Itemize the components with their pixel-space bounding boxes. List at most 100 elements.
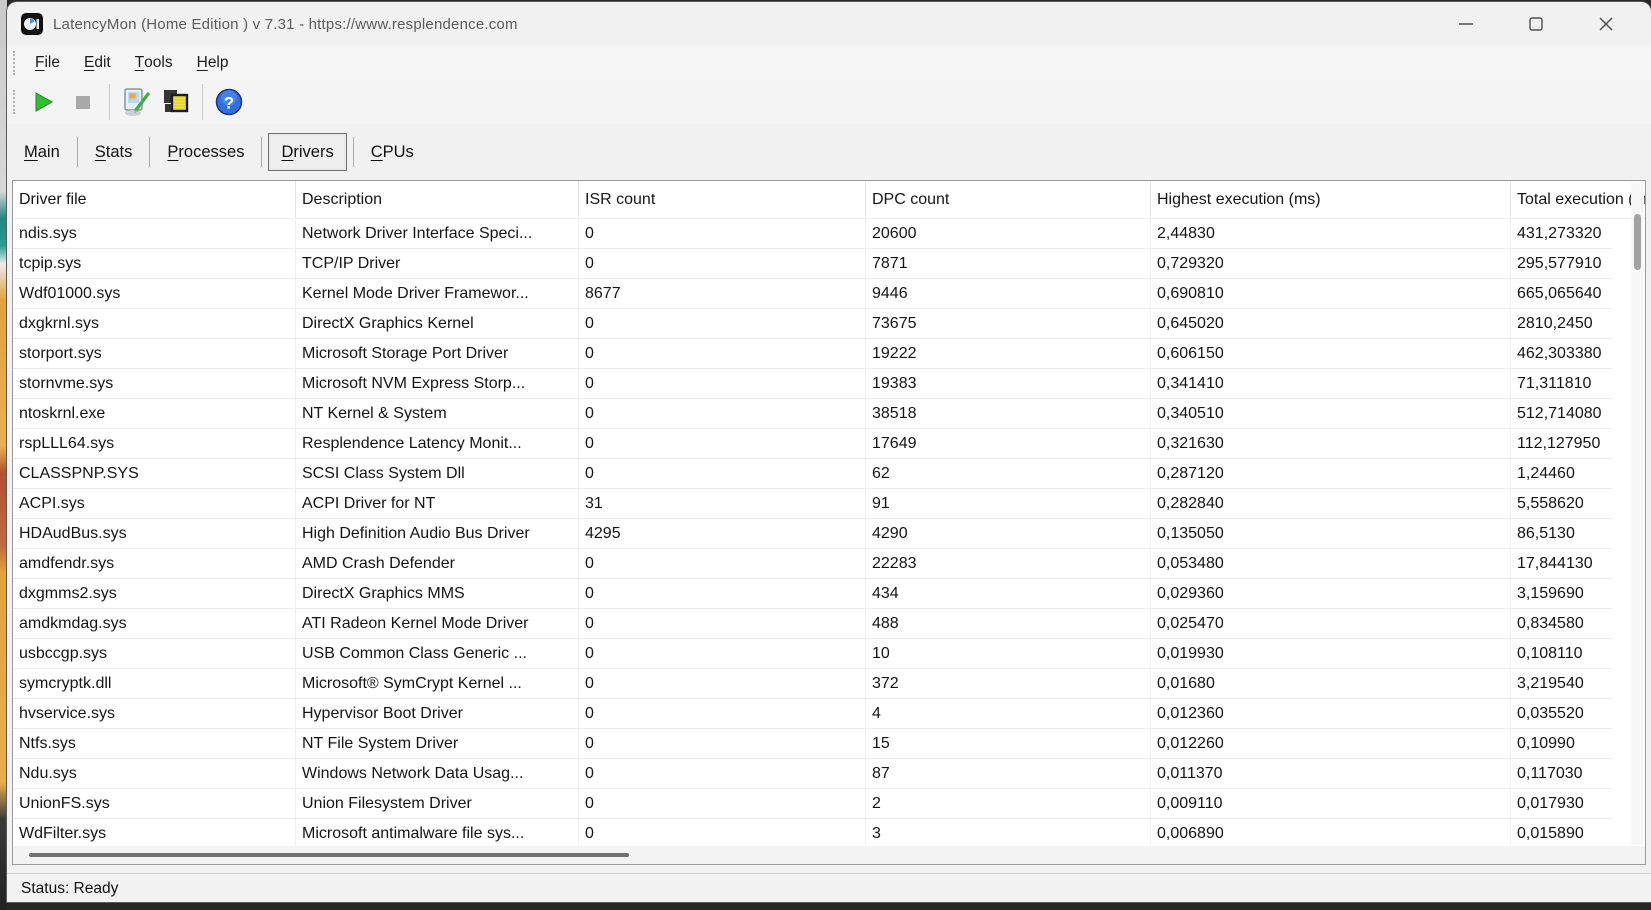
latencymon-window: LatencyMon (Home Edition ) v 7.31 - http… [7,2,1651,902]
cell-dpc-count: 19222 [866,339,1151,368]
close-button[interactable] [1571,7,1641,41]
cell-isr-count: 0 [579,609,866,638]
tab-separator [261,137,262,167]
table-header: Driver file Description ISR count DPC co… [13,181,1645,219]
cell-isr-count: 0 [579,699,866,728]
cell-dpc-count: 4 [866,699,1151,728]
menubar-gripper [13,51,17,75]
column-header-description[interactable]: Description [296,181,579,218]
table-row[interactable]: HDAudBus.sys High Definition Audio Bus D… [13,519,1612,549]
table-row[interactable]: usbccgp.sys USB Common Class Generic ...… [13,639,1612,669]
cell-isr-count: 0 [579,639,866,668]
cell-total-execution: 295,577910 [1511,249,1612,278]
column-header-dpc-count[interactable]: DPC count [866,181,1151,218]
cell-total-execution: 0,10990 [1511,729,1612,758]
table-row[interactable]: Ndu.sys Windows Network Data Usag... 0 8… [13,759,1612,789]
vertical-scrollbar-thumb[interactable] [1634,214,1641,270]
tab-stats[interactable]: Stats [78,133,150,171]
table-row[interactable]: Wdf01000.sys Kernel Mode Driver Framewor… [13,279,1612,309]
titlebar[interactable]: LatencyMon (Home Edition ) v 7.31 - http… [7,2,1651,46]
cell-highest-execution: 0,282840 [1151,489,1511,518]
vertical-scrollbar[interactable] [1631,182,1644,845]
cell-highest-execution: 0,341410 [1151,369,1511,398]
cell-dpc-count: 15 [866,729,1151,758]
maximize-button[interactable] [1501,7,1571,41]
horizontal-scrollbar-thumb[interactable] [29,853,629,857]
cell-description: Resplendence Latency Monit... [296,429,579,458]
cell-isr-count: 0 [579,309,866,338]
cell-highest-execution: 0,012360 [1151,699,1511,728]
table-row[interactable]: storport.sys Microsoft Storage Port Driv… [13,339,1612,369]
cell-driver-file: ACPI.sys [13,489,296,518]
cell-driver-file: Ndu.sys [13,759,296,788]
table-row[interactable]: amdkmdag.sys ATI Radeon Kernel Mode Driv… [13,609,1612,639]
run-monitor-button[interactable] [23,83,63,121]
cell-driver-file: HDAudBus.sys [13,519,296,548]
cell-highest-execution: 0,729320 [1151,249,1511,278]
table-row[interactable]: hvservice.sys Hypervisor Boot Driver 0 4… [13,699,1612,729]
table-row[interactable]: tcpip.sys TCP/IP Driver 0 7871 0,729320 … [13,249,1612,279]
cell-driver-file: symcryptk.dll [13,669,296,698]
tab-processes[interactable]: Processes [150,133,261,171]
column-header-highest-execution[interactable]: Highest execution (ms) [1151,181,1511,218]
table-row[interactable]: ACPI.sys ACPI Driver for NT 31 91 0,2828… [13,489,1612,519]
cell-description: High Definition Audio Bus Driver [296,519,579,548]
tab-cpus[interactable]: CPUs [354,133,431,171]
stop-monitor-button[interactable] [63,83,103,121]
cell-isr-count: 0 [579,729,866,758]
column-header-isr-count[interactable]: ISR count [579,181,866,218]
menu-edit[interactable]: Edit [72,46,123,80]
table-row[interactable]: dxgkrnl.sys DirectX Graphics Kernel 0 73… [13,309,1612,339]
table-row[interactable]: ndis.sys Network Driver Interface Speci.… [13,219,1612,249]
cell-total-execution: 431,273320 [1511,219,1612,248]
cell-isr-count: 0 [579,459,866,488]
horizontal-scrollbar[interactable] [13,846,1631,864]
cell-isr-count: 0 [579,219,866,248]
table-row[interactable]: dxgmms2.sys DirectX Graphics MMS 0 434 0… [13,579,1612,609]
tab-drivers[interactable]: Drivers [268,133,346,171]
column-header-driver-file[interactable]: Driver file [13,181,296,218]
cell-description: Microsoft® SymCrypt Kernel ... [296,669,579,698]
cell-dpc-count: 3 [866,819,1151,845]
cell-description: Windows Network Data Usag... [296,759,579,788]
cell-total-execution: 3,159690 [1511,579,1612,608]
cell-dpc-count: 4290 [866,519,1151,548]
menu-help[interactable]: Help [185,46,241,80]
help-button[interactable]: ? [209,83,249,121]
cell-isr-count: 0 [579,339,866,368]
table-row[interactable]: ntoskrnl.exe NT Kernel & System 0 38518 … [13,399,1612,429]
cell-highest-execution: 0,009110 [1151,789,1511,818]
analyze-button[interactable] [116,83,156,121]
table-row[interactable]: rspLLL64.sys Resplendence Latency Monit.… [13,429,1612,459]
cell-isr-count: 0 [579,789,866,818]
minimize-button[interactable] [1431,7,1501,41]
cell-total-execution: 86,5130 [1511,519,1612,548]
cell-total-execution: 1,24460 [1511,459,1612,488]
cell-dpc-count: 62 [866,459,1151,488]
table-row[interactable]: CLASSPNP.SYS SCSI Class System Dll 0 62 … [13,459,1612,489]
cell-highest-execution: 0,690810 [1151,279,1511,308]
column-header-total-execution[interactable]: Total execution (ms) [1511,181,1645,218]
drivers-table: Driver file Description ISR count DPC co… [12,180,1646,865]
table-row[interactable]: Ntfs.sys NT File System Driver 0 15 0,01… [13,729,1612,759]
cell-driver-file: Wdf01000.sys [13,279,296,308]
table-row[interactable]: WdFilter.sys Microsoft antimalware file … [13,819,1612,845]
cell-dpc-count: 372 [866,669,1151,698]
cell-highest-execution: 0,053480 [1151,549,1511,578]
cell-description: ATI Radeon Kernel Mode Driver [296,609,579,638]
desktop-background-sliver [0,0,7,910]
table-row[interactable]: UnionFS.sys Union Filesystem Driver 0 2 … [13,789,1612,819]
cell-highest-execution: 0,011370 [1151,759,1511,788]
tab-main[interactable]: Main [7,133,77,171]
menu-file[interactable]: File [23,46,72,80]
cell-description: DirectX Graphics MMS [296,579,579,608]
table-row[interactable]: amdfendr.sys AMD Crash Defender 0 22283 … [13,549,1612,579]
cell-description: AMD Crash Defender [296,549,579,578]
cell-total-execution: 0,015890 [1511,819,1612,845]
menu-tools[interactable]: Tools [123,46,185,80]
table-row[interactable]: symcryptk.dll Microsoft® SymCrypt Kernel… [13,669,1612,699]
cell-description: DirectX Graphics Kernel [296,309,579,338]
table-row[interactable]: stornvme.sys Microsoft NVM Express Storp… [13,369,1612,399]
cell-dpc-count: 434 [866,579,1151,608]
report-button[interactable] [156,83,196,121]
